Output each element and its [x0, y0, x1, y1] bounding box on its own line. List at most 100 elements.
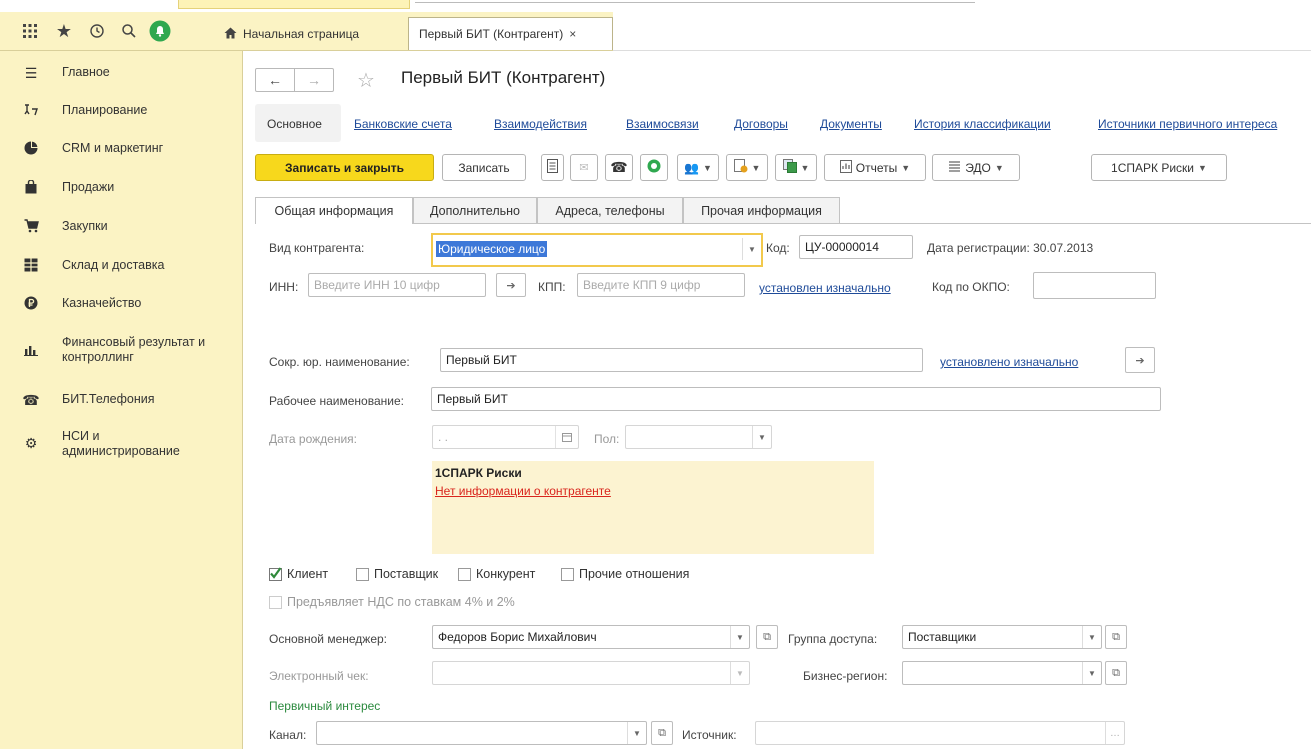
page-title: Первый БИТ (Контрагент)	[401, 68, 606, 87]
related-docs-icon	[782, 159, 797, 176]
kpp-placeholder: Введите КПП 9 цифр	[583, 278, 701, 292]
access-group-field[interactable]: Поставщики ▼	[902, 625, 1102, 649]
spark-risks-message[interactable]: Нет информации о контрагенте	[435, 484, 611, 498]
vat-checkbox[interactable]	[269, 596, 282, 609]
history-icon[interactable]	[85, 19, 109, 43]
spark-risks-button[interactable]: 1СПАРК Риски ▼	[1091, 154, 1227, 181]
nav-link-bank-accounts[interactable]: Банковские счета	[354, 117, 452, 131]
open-window-icon: ⧉	[1112, 666, 1120, 679]
birth-date-label: Дата рождения:	[269, 432, 357, 446]
short-name-field[interactable]: Первый БИТ	[440, 348, 923, 372]
nav-link-classification-history[interactable]: История классификации	[914, 117, 1051, 131]
chevron-down-icon[interactable]: ▼	[1082, 626, 1101, 648]
nav-link-relations[interactable]: Взаимосвязи	[626, 117, 699, 131]
chevron-down-icon[interactable]: ▼	[752, 426, 771, 448]
kpp-field[interactable]: Введите КПП 9 цифр	[577, 273, 745, 297]
client-checkbox[interactable]	[269, 567, 282, 581]
inn-check-button[interactable]: ➔	[496, 273, 526, 297]
competitor-checkbox[interactable]	[458, 568, 471, 581]
ellipsis-icon[interactable]: …	[1105, 722, 1124, 744]
edo-button[interactable]: ЭДО ▼	[932, 154, 1020, 181]
create-based-on-button[interactable]: ▼	[726, 154, 768, 181]
chevron-down-icon[interactable]: ▼	[1082, 662, 1101, 684]
supplier-checkbox[interactable]	[356, 568, 369, 581]
nav-link-main[interactable]: Основное	[267, 117, 322, 131]
sidebar: ☰ Главное Планирование CRM и маркетинг П…	[0, 51, 243, 749]
sidebar-item-label: Склад и доставка	[62, 258, 165, 272]
chevron-down-icon[interactable]: ▼	[730, 626, 749, 648]
arrow-right-icon: ➔	[506, 279, 516, 292]
manager-value: Федоров Борис Михайлович	[438, 630, 597, 644]
reports-button[interactable]: Отчеты ▼	[824, 154, 926, 181]
tab-addresses-phones[interactable]: Адреса, телефоны	[537, 197, 683, 223]
tab-counterparty[interactable]: Первый БИТ (Контрагент) ×	[408, 17, 613, 50]
calendar-icon[interactable]	[555, 426, 578, 448]
tab-other-info[interactable]: Прочая информация	[683, 197, 840, 223]
email-button[interactable]: ✉	[570, 154, 598, 181]
open-window-icon: ⧉	[1112, 630, 1120, 643]
competitor-label: Конкурент	[476, 567, 536, 581]
nav-link-interactions[interactable]: Взаимодействия	[494, 117, 587, 131]
form-tabs-baseline	[255, 223, 1311, 224]
other-relations-checkbox[interactable]	[561, 568, 574, 581]
set-initially-name-link[interactable]: установлено изначально	[940, 355, 1078, 369]
reports-icon	[839, 159, 852, 176]
save-button[interactable]: Записать	[442, 154, 526, 181]
document-list-icon	[547, 159, 558, 176]
chevron-down-icon[interactable]: ▼	[730, 662, 749, 684]
other-relations-label: Прочие отношения	[579, 567, 690, 581]
related-documents-button[interactable]: ▼	[775, 154, 817, 181]
ruble-coin-icon	[22, 296, 40, 313]
close-tab-icon[interactable]: ×	[569, 27, 576, 41]
nav-link-contracts[interactable]: Договоры	[734, 117, 788, 131]
birth-date-value: . .	[438, 430, 449, 444]
kind-select-value: Юридическое лицо	[436, 241, 548, 257]
business-region-field[interactable]: ▼	[902, 661, 1102, 685]
edo-label: ЭДО	[965, 160, 991, 175]
favorite-star-icon[interactable]: ☆	[357, 68, 375, 93]
open-window-icon: ⧉	[658, 726, 666, 739]
code-field[interactable]: ЦУ-00000014	[799, 235, 913, 259]
nav-link-interest-sources[interactable]: Источники первичного интереса	[1098, 117, 1277, 131]
apps-grid-icon[interactable]	[18, 19, 42, 43]
tab-home-label: Начальная страница	[243, 27, 360, 41]
people-icon: 👥	[684, 160, 700, 175]
tab-additional[interactable]: Дополнительно	[413, 197, 537, 223]
save-and-close-button[interactable]: Записать и закрыть	[255, 154, 434, 181]
inn-field[interactable]: Введите ИНН 10 цифр	[308, 273, 486, 297]
kind-select[interactable]: Юридическое лицо ▼	[431, 233, 763, 267]
source-label: Источник:	[682, 728, 737, 742]
business-region-open-button[interactable]: ⧉	[1105, 661, 1127, 685]
echeck-field[interactable]: ▼	[432, 661, 750, 685]
star-icon[interactable]: ★	[52, 19, 76, 43]
chevron-down-icon[interactable]: ▼	[627, 722, 646, 744]
manager-field[interactable]: Федоров Борис Михайлович ▼	[432, 625, 750, 649]
forward-button[interactable]: →	[294, 68, 334, 92]
short-name-refresh-button[interactable]: ➔	[1125, 347, 1155, 373]
search-icon[interactable]	[117, 19, 141, 43]
source-field[interactable]: …	[755, 721, 1125, 745]
notifications-bell-icon[interactable]	[148, 19, 172, 43]
back-button[interactable]: ←	[255, 68, 295, 92]
access-group-open-button[interactable]: ⧉	[1105, 625, 1127, 649]
work-name-field[interactable]: Первый БИТ	[431, 387, 1161, 411]
chevron-down-icon: ▼	[800, 162, 810, 173]
channel-open-button[interactable]: ⧉	[651, 721, 673, 745]
call-button[interactable]: ☎	[605, 154, 633, 181]
contacts-dropdown-button[interactable]: 👥 ▼	[677, 154, 719, 181]
tab-counterparty-label: Первый БИТ (Контрагент)	[419, 27, 564, 41]
birth-date-field[interactable]: . .	[432, 425, 579, 449]
gear-icon: ⚙	[24, 435, 38, 451]
manager-open-button[interactable]: ⧉	[756, 625, 778, 649]
channel-field[interactable]: ▼	[316, 721, 647, 745]
registration-date: Дата регистрации: 30.07.2013	[927, 241, 1094, 255]
tab-home[interactable]: Начальная страница	[214, 18, 404, 50]
gender-select[interactable]: ▼	[625, 425, 772, 449]
tab-general-info[interactable]: Общая информация	[255, 197, 413, 224]
chevron-down-icon[interactable]: ▼	[742, 238, 761, 260]
nav-link-documents[interactable]: Документы	[820, 117, 882, 131]
set-initially-link[interactable]: установлен изначально	[759, 281, 891, 295]
whatsapp-button[interactable]	[640, 154, 668, 181]
okpo-field[interactable]	[1033, 272, 1156, 299]
document-list-button[interactable]	[541, 154, 564, 181]
